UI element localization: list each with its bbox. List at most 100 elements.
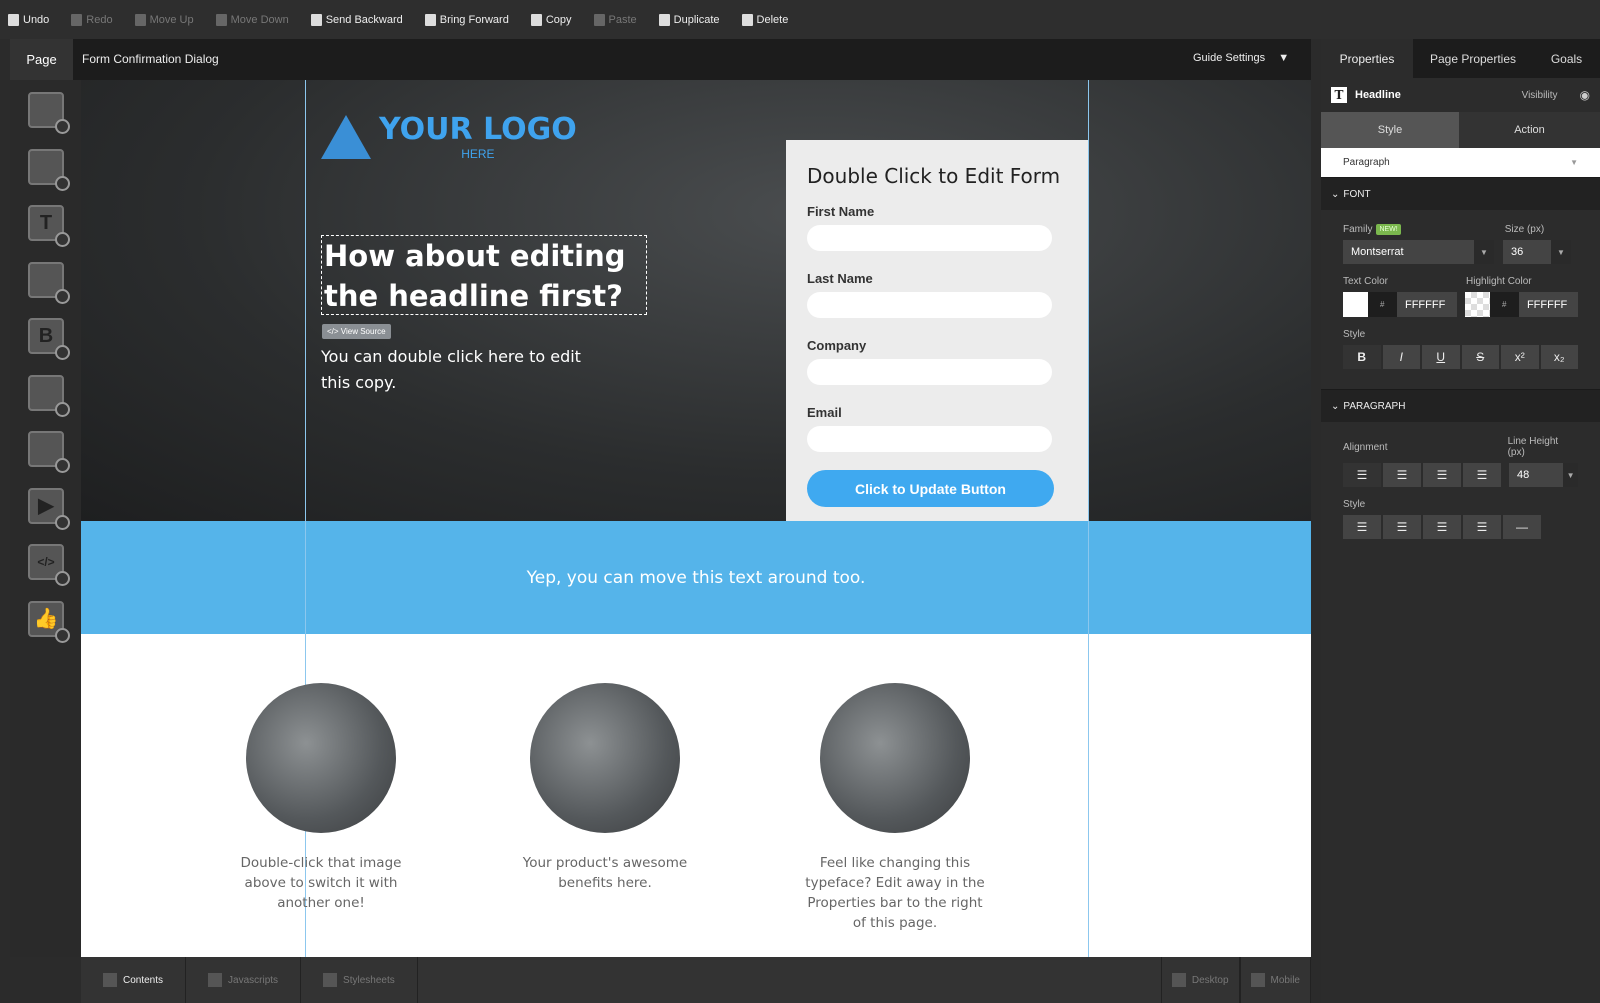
undo-icon — [8, 13, 19, 26]
section-icon[interactable] — [28, 92, 70, 134]
button-icon[interactable]: B — [28, 318, 70, 360]
desktop-view-button[interactable]: Desktop — [1160, 957, 1240, 1003]
email-input[interactable] — [807, 426, 1052, 452]
font-size-input[interactable]: 36 — [1503, 240, 1551, 264]
hero-section[interactable] — [81, 80, 1311, 521]
superscript-button[interactable]: x² — [1501, 345, 1539, 369]
bring-forward-button[interactable]: Bring Forward — [424, 13, 509, 26]
chevron-down-icon: ▼ — [1570, 158, 1578, 167]
outdent-icon[interactable]: ☰ — [1423, 515, 1461, 539]
alignment-label: Alignment — [1343, 441, 1388, 453]
move-down-button[interactable]: Move Down — [215, 13, 289, 26]
hash-label: # — [1367, 292, 1397, 317]
text-icon[interactable]: T — [28, 205, 70, 247]
horizontal-rule-icon[interactable]: — — [1503, 515, 1541, 539]
strikethrough-button[interactable]: S — [1461, 345, 1499, 369]
feature-text[interactable]: Feel like changing this typeface? Edit a… — [800, 853, 990, 933]
feature-text[interactable]: Double-click that image above to switch … — [226, 853, 416, 913]
align-right-icon[interactable]: ☰ — [1463, 463, 1501, 487]
view-source-button[interactable]: </> View Source — [322, 324, 391, 339]
move-up-button[interactable]: Move Up — [134, 13, 194, 26]
paste-button[interactable]: Paste — [593, 13, 637, 26]
button-label: Duplicate — [673, 13, 720, 26]
social-icon[interactable]: 👍 — [28, 600, 70, 643]
eye-icon[interactable]: ◉ — [1580, 88, 1590, 102]
text-type-select[interactable]: Paragraph ▼ — [1321, 148, 1600, 177]
image-icon[interactable] — [28, 261, 70, 304]
tab-goals[interactable]: Goals — [1533, 39, 1600, 78]
paste-icon — [593, 13, 605, 26]
move-down-icon — [215, 13, 227, 26]
subtab-action[interactable]: Action — [1459, 112, 1600, 148]
tab-page-properties[interactable]: Page Properties — [1413, 39, 1533, 78]
chevron-down-icon[interactable]: ▼ — [1474, 240, 1494, 264]
first-name-input[interactable] — [807, 225, 1052, 251]
text-color-swatch[interactable] — [1343, 292, 1368, 317]
company-input[interactable] — [807, 359, 1052, 385]
subscript-button[interactable]: x₂ — [1540, 345, 1578, 369]
tab-contents[interactable]: Contents — [81, 957, 187, 1003]
line-height-input[interactable]: 48 — [1509, 463, 1564, 487]
duplicate-button[interactable]: Duplicate — [658, 13, 720, 26]
field-label: Last Name — [807, 271, 873, 286]
logo[interactable]: YOUR LOGO HERE — [321, 112, 577, 161]
tab-stylesheets[interactable]: Stylesheets — [301, 957, 418, 1003]
indent-icon[interactable]: ☰ — [1463, 515, 1501, 539]
chevron-down-icon: ⌄ — [1331, 188, 1340, 200]
text-type-value: Paragraph — [1343, 157, 1390, 168]
guide-settings-dropdown[interactable]: Guide Settings ▼ — [1193, 52, 1289, 64]
highlight-color-label: Highlight Color — [1466, 276, 1532, 287]
feature-image[interactable] — [246, 683, 396, 833]
move-up-icon — [134, 13, 146, 26]
align-center-icon[interactable]: ☰ — [1383, 463, 1421, 487]
box-icon[interactable] — [28, 148, 70, 191]
list-icon[interactable] — [28, 431, 70, 473]
tab-page[interactable]: Page — [10, 39, 73, 80]
page-canvas: Yep, you can move this text around too. … — [81, 80, 1311, 957]
copy-button[interactable]: Copy — [530, 13, 572, 26]
size-label: Size (px) — [1504, 224, 1545, 235]
highlight-color-swatch[interactable] — [1464, 292, 1490, 317]
delete-button[interactable]: Delete — [741, 13, 788, 26]
italic-button[interactable]: I — [1382, 345, 1420, 369]
mobile-view-button[interactable]: Mobile — [1239, 957, 1311, 1003]
chevron-down-icon[interactable]: ▼ — [1551, 240, 1571, 264]
headline[interactable]: How about editing the headline first? — [321, 235, 647, 315]
band-text[interactable]: Yep, you can move this text around too. — [527, 568, 866, 588]
justify-icon[interactable]: ☰ — [1423, 463, 1461, 487]
last-name-input[interactable] — [807, 292, 1052, 318]
tab-label: Contents — [123, 974, 164, 986]
align-left-icon[interactable]: ☰ — [1343, 463, 1381, 487]
redo-icon — [71, 13, 83, 26]
font-section-toggle[interactable]: ⌄ FONT — [1321, 177, 1600, 210]
button-label: Move Down — [230, 13, 289, 26]
paragraph-section-toggle[interactable]: ⌄ PARAGRAPH — [1321, 389, 1600, 422]
bold-button[interactable]: B — [1343, 345, 1381, 369]
numbered-list-icon[interactable]: ☰ — [1383, 515, 1421, 539]
redo-button[interactable]: Redo — [71, 13, 113, 26]
feature-text[interactable]: Your product's awesome benefits here. — [510, 853, 700, 893]
video-icon[interactable]: ▶ — [28, 487, 70, 530]
feature-image[interactable] — [530, 683, 680, 833]
guide-settings-label: Guide Settings — [1193, 52, 1266, 64]
tab-properties[interactable]: Properties — [1321, 39, 1413, 78]
send-backward-button[interactable]: Send Backward — [310, 13, 403, 26]
underline-button[interactable]: U — [1422, 345, 1460, 369]
form-submit-button[interactable]: Click to Update Button — [807, 470, 1054, 507]
bring-forward-icon — [424, 13, 436, 26]
copy-icon — [530, 13, 542, 26]
text-color-input[interactable]: FFFFFF — [1396, 292, 1457, 317]
feature-image[interactable] — [820, 683, 970, 833]
bullet-list-icon[interactable]: ☰ — [1343, 515, 1381, 539]
form-icon[interactable] — [28, 374, 70, 417]
undo-button[interactable]: Undo — [8, 13, 49, 26]
subtab-style[interactable]: Style — [1321, 112, 1459, 148]
code-icon[interactable]: </> — [28, 544, 70, 586]
font-family-select[interactable]: Montserrat — [1343, 240, 1474, 264]
blue-band-section[interactable]: Yep, you can move this text around too. — [81, 521, 1311, 634]
chevron-down-icon[interactable]: ▼ — [1563, 463, 1578, 487]
sub-copy[interactable]: You can double click here to edit this c… — [321, 344, 611, 396]
tab-javascripts[interactable]: Javascripts — [186, 957, 302, 1003]
highlight-color-input[interactable]: FFFFFF — [1518, 292, 1578, 317]
form[interactable]: Double Click to Edit Form First Name Last… — [786, 140, 1088, 521]
